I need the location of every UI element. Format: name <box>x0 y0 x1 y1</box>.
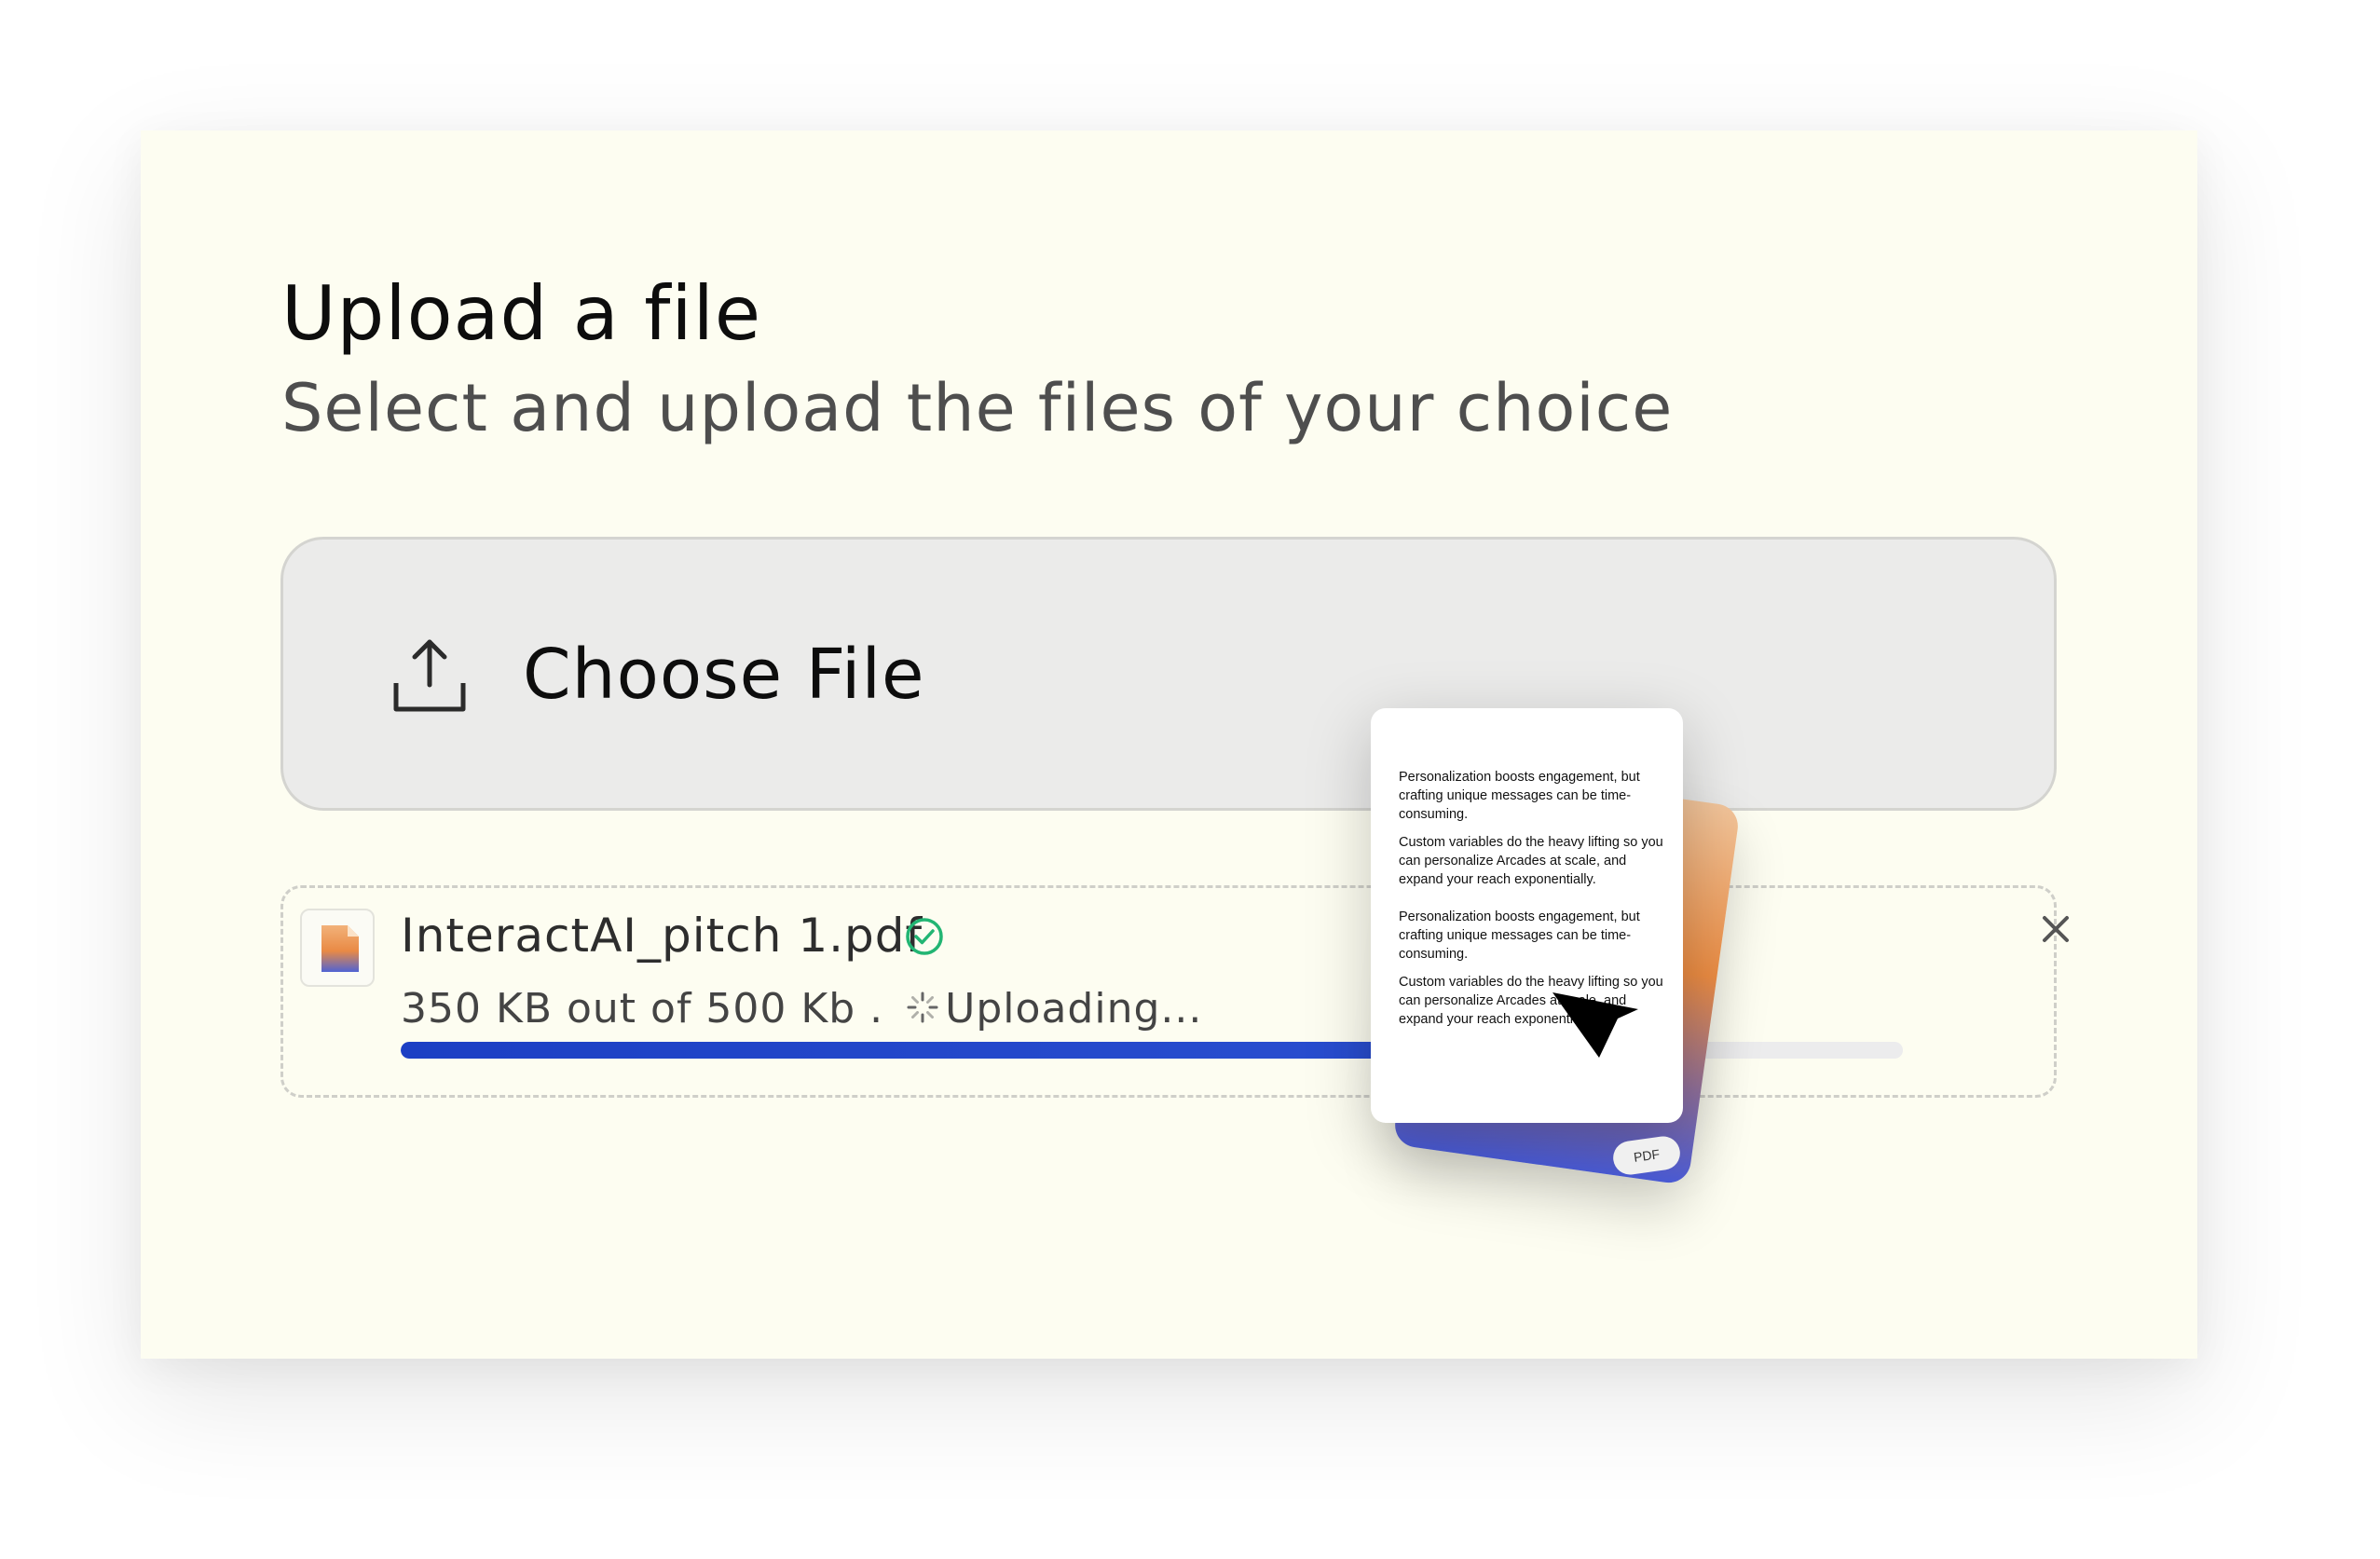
pdf-preview: Personalization boosts engagement, but c… <box>1371 708 1771 1193</box>
upload-status-text: Uploading... <box>945 985 1203 1032</box>
choose-file-button[interactable]: Choose File <box>280 537 2057 811</box>
upload-progress-fill <box>401 1042 1453 1059</box>
file-icon <box>321 925 359 972</box>
file-name: InteractAI_pitch 1.pdf <box>401 909 923 963</box>
upload-status: 350 KB out of 500 Kb . Uploading... <box>401 985 1202 1032</box>
cursor-arrow-icon <box>1552 992 1638 1058</box>
preview-paragraph: Custom variables do the heavy lifting so… <box>1399 835 1663 887</box>
file-size-text: 350 KB out of 500 Kb . <box>401 985 884 1032</box>
close-icon[interactable] <box>2041 914 2071 944</box>
file-thumbnail <box>300 909 375 987</box>
upload-card: Upload a file Select and upload the file… <box>141 130 2197 1359</box>
preview-paragraph: Personalization boosts engagement, but c… <box>1399 909 1640 962</box>
page-subtitle: Select and upload the files of your choi… <box>281 370 1674 446</box>
pdf-preview-page: Personalization boosts engagement, but c… <box>1371 708 1683 1123</box>
choose-file-label: Choose File <box>523 635 925 715</box>
check-circle-icon <box>906 918 943 955</box>
file-item: InteractAI_pitch 1.pdf 350 KB out of 500… <box>280 885 2069 1098</box>
spinner-icon <box>907 991 938 1023</box>
preview-paragraph: Personalization boosts engagement, but c… <box>1399 770 1640 822</box>
upload-icon <box>393 639 466 712</box>
page-title: Upload a file <box>281 270 762 357</box>
